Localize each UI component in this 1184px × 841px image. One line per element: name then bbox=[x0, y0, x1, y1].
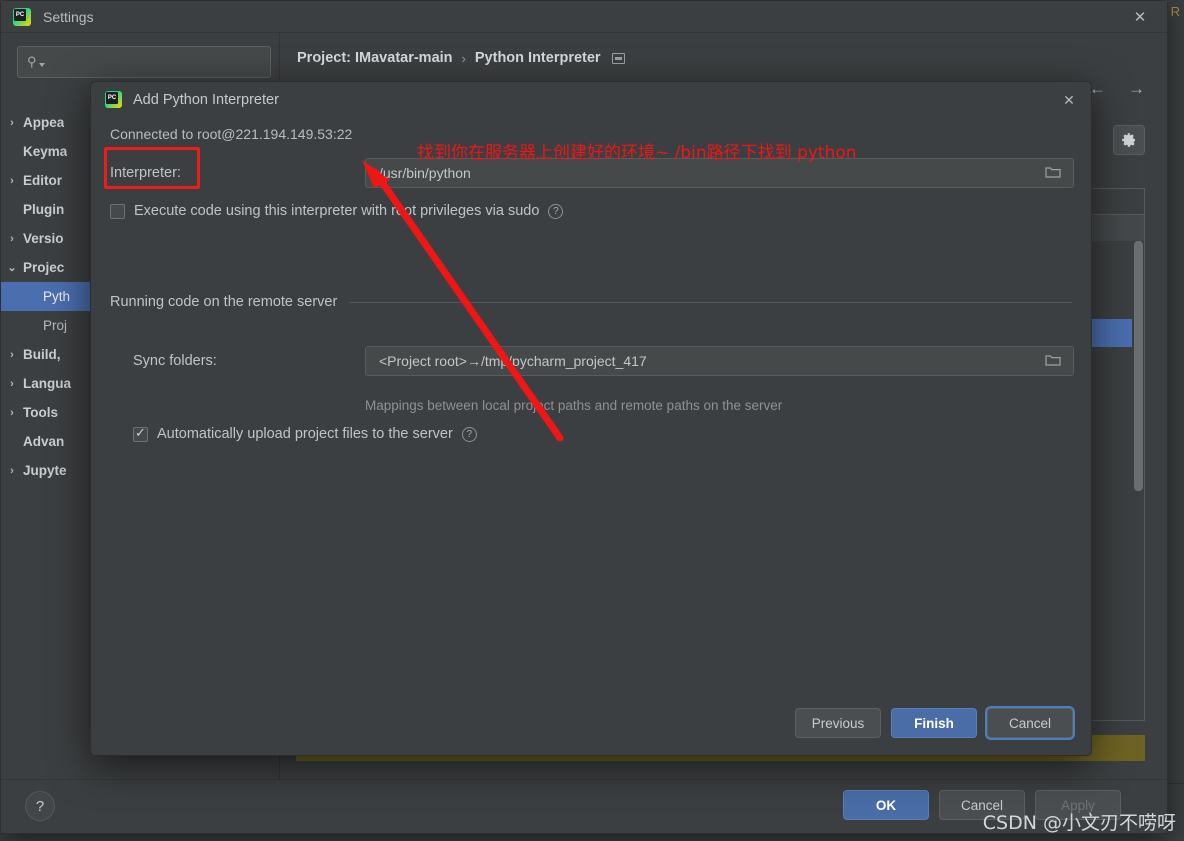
search-input[interactable] bbox=[44, 53, 270, 71]
interpreter-label: Interpreter: bbox=[110, 165, 181, 181]
sidebar-item-label: Keyma bbox=[23, 144, 68, 159]
pycharm-logo-icon bbox=[13, 7, 31, 26]
breadcrumb: Project: IMavatar-main › Python Interpre… bbox=[297, 50, 625, 66]
sync-folders-value: <Project root>→/tmp/pycharm_project_417 bbox=[379, 353, 647, 369]
sync-folders-note: Mappings between local project paths and… bbox=[365, 398, 783, 413]
search-icon: ⚲ bbox=[27, 54, 37, 69]
help-circle-icon[interactable]: ? bbox=[461, 426, 477, 442]
interpreter-value: /usr/bin/python bbox=[379, 165, 471, 181]
dialog-title: Add Python Interpreter bbox=[133, 91, 279, 108]
chevron-icon[interactable]: ⌄ bbox=[1, 261, 23, 274]
chevron-icon[interactable]: › bbox=[1, 117, 23, 129]
remote-section-title: Running code on the remote server bbox=[110, 294, 338, 310]
sync-folders-field[interactable]: <Project root>→/tmp/pycharm_project_417 bbox=[365, 346, 1074, 376]
packages-scrollbar-thumb[interactable] bbox=[1134, 241, 1143, 491]
breadcrumb-project[interactable]: Project: IMavatar-main bbox=[297, 50, 453, 66]
panel-toggle-icon[interactable] bbox=[611, 52, 625, 64]
sidebar-item-label: Tools bbox=[23, 405, 58, 420]
sidebar-item-label: Appea bbox=[23, 115, 65, 130]
auto-upload-row[interactable]: Automatically upload project files to th… bbox=[133, 425, 477, 442]
auto-upload-checkbox[interactable] bbox=[133, 425, 148, 442]
forward-icon[interactable]: → bbox=[1128, 79, 1145, 99]
sudo-checkbox[interactable] bbox=[110, 203, 125, 219]
help-circle-icon[interactable]: ? bbox=[548, 203, 564, 219]
sidebar-item-label: Langua bbox=[23, 376, 72, 391]
cancel-button[interactable]: Cancel bbox=[939, 790, 1025, 820]
settings-footer-buttons: OK Cancel Apply bbox=[843, 790, 1121, 820]
settings-title: Settings bbox=[43, 8, 94, 25]
chevron-icon[interactable]: › bbox=[1, 175, 23, 187]
chevron-icon[interactable]: › bbox=[1, 407, 23, 419]
close-icon[interactable]: ✕ bbox=[1059, 90, 1079, 110]
folder-icon[interactable] bbox=[1045, 166, 1061, 179]
chevron-icon[interactable]: › bbox=[1, 378, 23, 390]
sidebar-item-label: Versio bbox=[23, 231, 64, 246]
sync-folders-row: Sync folders: <Project root>→/tmp/pychar… bbox=[110, 345, 1074, 377]
dialog-footer-buttons: Previous Finish Cancel bbox=[795, 708, 1073, 738]
sidebar-item-label: Projec bbox=[23, 260, 65, 275]
sidebar-item-label: Pyth bbox=[43, 289, 71, 304]
breadcrumb-separator: › bbox=[461, 50, 466, 66]
dialog-titlebar: Add Python Interpreter ✕ bbox=[91, 82, 1091, 117]
cancel-button[interactable]: Cancel bbox=[987, 708, 1073, 738]
interpreter-field[interactable]: /usr/bin/python bbox=[365, 158, 1074, 188]
sudo-label: Execute code using this interpreter with… bbox=[134, 203, 540, 219]
chevron-icon[interactable]: › bbox=[1, 233, 23, 245]
folder-icon[interactable] bbox=[1045, 354, 1061, 367]
sidebar-item-label: Proj bbox=[43, 318, 68, 333]
pycharm-logo-icon bbox=[105, 91, 122, 108]
sidebar-item-label: Editor bbox=[23, 173, 62, 188]
section-divider bbox=[349, 301, 1072, 303]
auto-upload-label: Automatically upload project files to th… bbox=[157, 426, 453, 442]
sidebar-item-label: Advan bbox=[23, 434, 65, 449]
sidebar-item-label: Jupyte bbox=[23, 463, 67, 478]
packages-scrollbar[interactable] bbox=[1133, 241, 1144, 720]
interpreter-row: Interpreter: /usr/bin/python bbox=[110, 157, 1074, 189]
sudo-row[interactable]: Execute code using this interpreter with… bbox=[110, 203, 564, 219]
ide-right-letter: R bbox=[1170, 4, 1180, 19]
search-box[interactable]: ⚲ bbox=[17, 46, 271, 78]
chevron-icon[interactable]: › bbox=[1, 465, 23, 477]
connection-status: Connected to root@221.194.149.53:22 bbox=[110, 126, 353, 142]
help-button[interactable]: ? bbox=[25, 791, 55, 821]
nav-arrows: ← → bbox=[1089, 79, 1145, 99]
sync-folders-label: Sync folders: bbox=[133, 353, 217, 369]
gear-icon[interactable] bbox=[1113, 125, 1145, 155]
remote-section-header: Running code on the remote server bbox=[110, 294, 1072, 310]
sidebar-item-label: Plugin bbox=[23, 202, 65, 217]
settings-titlebar: Settings ✕ bbox=[1, 1, 1167, 33]
apply-button: Apply bbox=[1035, 790, 1121, 820]
close-icon[interactable]: ✕ bbox=[1123, 6, 1157, 28]
previous-button[interactable]: Previous bbox=[795, 708, 881, 738]
ok-button[interactable]: OK bbox=[843, 790, 929, 820]
breadcrumb-page: Python Interpreter bbox=[474, 50, 601, 66]
add-python-interpreter-dialog: Add Python Interpreter ✕ Connected to ro… bbox=[90, 81, 1092, 756]
settings-footer: ? OK Cancel Apply bbox=[1, 779, 1167, 833]
sidebar-item-label: Build, bbox=[23, 347, 61, 362]
finish-button[interactable]: Finish bbox=[891, 708, 977, 738]
chevron-icon[interactable]: › bbox=[1, 349, 23, 361]
